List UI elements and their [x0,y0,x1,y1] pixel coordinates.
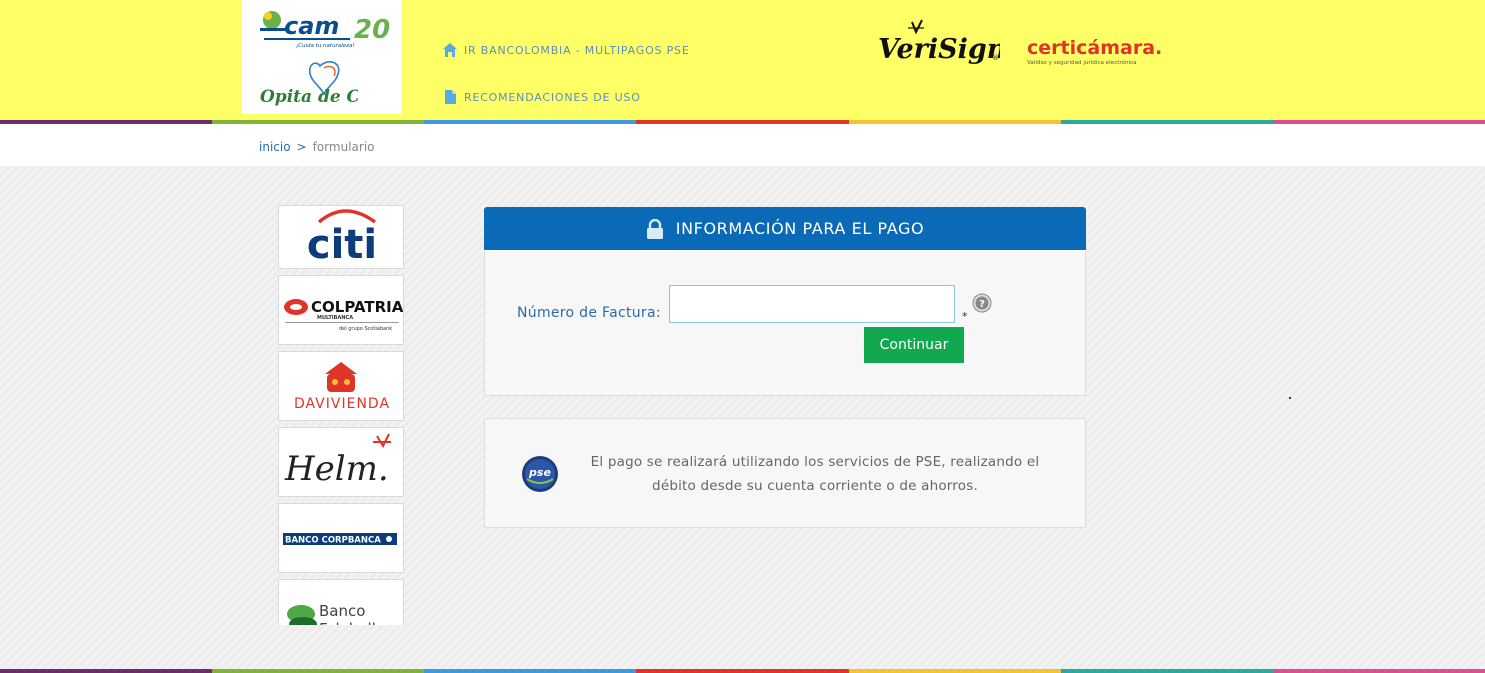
svg-text:®: ® [992,54,999,62]
svg-text:20: 20 [354,15,390,45]
svg-text:citi: citi [307,222,377,268]
invoice-number-label: Número de Factura: [517,305,661,321]
top-nav: IR BANCOLOMBIA - MULTIPAGOS PSE RECOMEND… [442,40,690,107]
payment-panel: INFORMACIÓN PARA EL PAGO Número de Factu… [484,207,1086,396]
continue-button[interactable]: Continuar [864,327,964,363]
home-icon [443,43,457,57]
nav-label: IR BANCOLOMBIA - MULTIPAGOS PSE [464,43,690,57]
required-mark: * [962,310,968,323]
certicamara-logo[interactable]: certicámara. Validez y seguridad jurídic… [1027,36,1163,68]
cam-logo: cam 20 ¡Cuida tu naturaleza! [260,11,390,49]
svg-text:VeriSign: VeriSign [878,34,1000,65]
verisign-logo[interactable]: VeriSign ® [878,18,1000,70]
svg-text:¡Cuida tu naturaleza!: ¡Cuida tu naturaleza! [296,43,355,49]
document-icon [445,90,456,104]
payment-form: Número de Factura: * ? Continuar [484,250,1086,396]
svg-text:COLPATRIA: COLPATRIA [311,298,404,316]
bank-logo-helm[interactable]: Helm. [278,427,404,497]
footer-color-stripe [0,669,1485,673]
corpbanca-logo: BANCO CORPBANCA [283,533,397,546]
lock-icon [646,218,663,239]
breadcrumb-home-link[interactable]: inicio [259,140,291,154]
nav-ir-bancolombia[interactable]: IR BANCOLOMBIA - MULTIPAGOS PSE [442,40,690,60]
bank-logo-corpbanca[interactable]: BANCO CORPBANCA [278,503,404,573]
svg-text:DAVIVIENDA: DAVIVIENDA [294,396,390,412]
svg-text:Helm.: Helm. [284,449,389,489]
invoice-number-input[interactable] [669,285,955,323]
svg-text:?: ? [979,299,985,310]
falabella-logo: Banco Falabella [287,602,385,625]
svg-text:Validez y seguridad jurídica e: Validez y seguridad jurídica electrónica [1027,59,1137,66]
payment-panel-header: INFORMACIÓN PARA EL PAGO [484,207,1086,250]
nav-recomendaciones[interactable]: RECOMENDACIONES DE USO [442,87,690,107]
svg-text:del grupo Scotiabank: del grupo Scotiabank [339,326,392,332]
bank-logo-list[interactable]: citi COLPATRIA MULTIBANCA del grupo Scot… [278,205,406,625]
main-area: citi COLPATRIA MULTIBANCA del grupo Scot… [0,166,1485,672]
opita-de-corazon-logo: Opita de Corazón [260,61,358,106]
bank-logo-citi[interactable]: citi [278,205,404,269]
svg-text:pse: pse [528,466,551,479]
bank-logo-colpatria[interactable]: COLPATRIA MULTIBANCA del grupo Scotiaban… [278,275,404,345]
svg-text:MULTIBANCA: MULTIBANCA [317,315,353,321]
bank-logo-davivienda[interactable]: DAVIVIENDA [278,351,404,421]
helm-logo: Helm. [284,433,391,489]
svg-text:Banco: Banco [319,602,365,620]
bank-logo-falabella[interactable]: Banco Falabella [278,579,404,625]
decorative-dot [1289,397,1291,399]
svg-text:Falabella: Falabella [319,620,385,625]
citi-logo: citi [307,209,377,268]
site-header: cam 20 ¡Cuida tu naturaleza! Opita de Co… [0,0,1485,124]
payment-title: INFORMACIÓN PARA EL PAGO [675,219,925,238]
colpatria-logo: COLPATRIA MULTIBANCA del grupo Scotiaban… [284,298,404,332]
breadcrumb-separator: > [296,140,307,154]
svg-text:cam: cam [284,12,339,40]
pse-info-box: pse El pago se realizará utilizando los … [484,418,1086,528]
davivienda-logo: DAVIVIENDA [294,362,390,412]
breadcrumb: inicio > formulario [259,140,375,154]
pse-logo: pse [522,456,558,492]
svg-text:certicámara.: certicámara. [1027,37,1162,59]
breadcrumb-bar: inicio > formulario [0,124,1485,166]
svg-text:Opita de Corazón: Opita de Corazón [260,87,358,106]
svg-text:BANCO CORPBANCA: BANCO CORPBANCA [285,536,381,546]
pse-info-text: El pago se realizará utilizando los serv… [590,454,1040,494]
help-icon[interactable]: ? [972,293,992,313]
breadcrumb-current: formulario [312,140,375,154]
nav-label: RECOMENDACIONES DE USO [464,90,641,104]
logo-box[interactable]: cam 20 ¡Cuida tu naturaleza! Opita de Co… [242,0,402,114]
